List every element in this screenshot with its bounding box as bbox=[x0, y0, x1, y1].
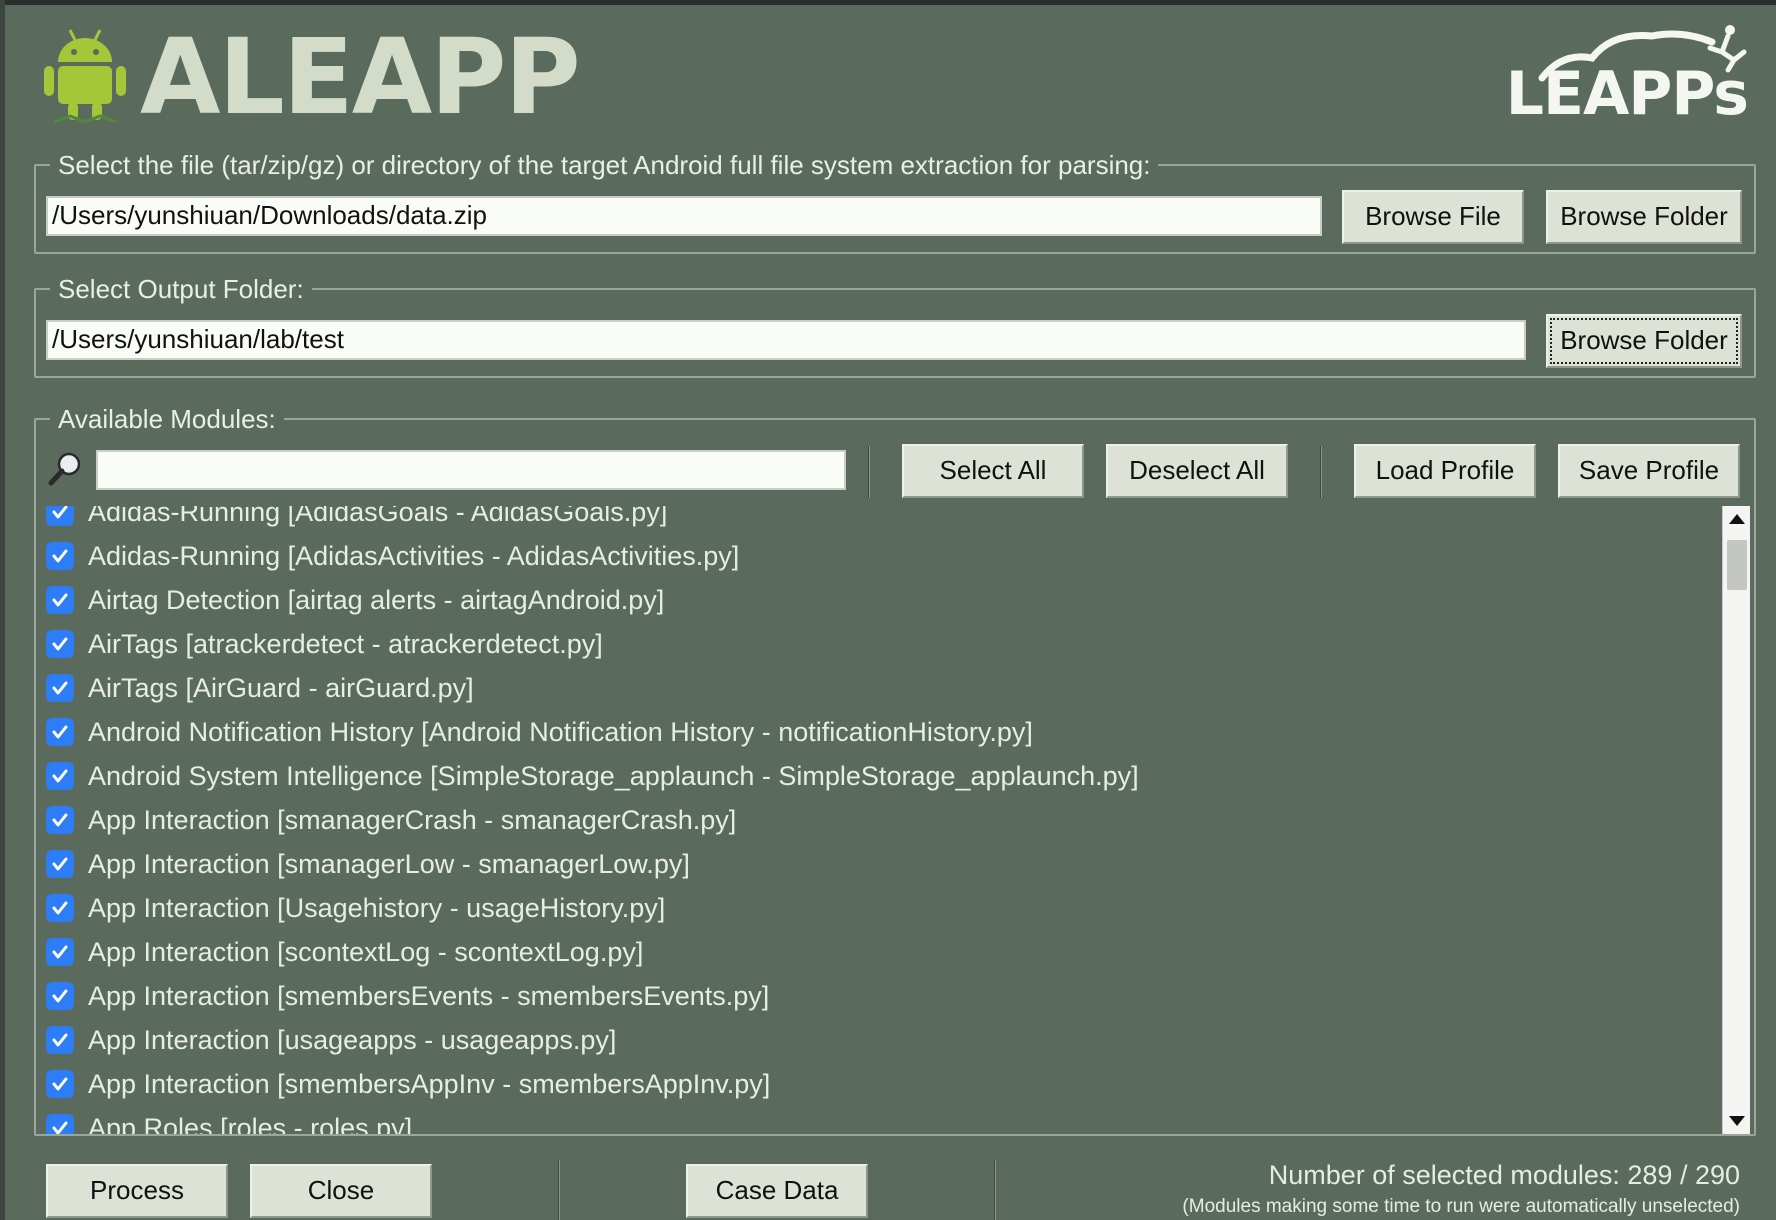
module-list-scrollbar[interactable] bbox=[1722, 506, 1750, 1134]
deselect-all-button[interactable]: Deselect All bbox=[1106, 444, 1288, 498]
checkbox-checked-icon[interactable] bbox=[46, 938, 74, 966]
case-data-button[interactable]: Case Data bbox=[686, 1164, 868, 1218]
input-source-legend: Select the file (tar/zip/gz) or director… bbox=[50, 150, 1159, 180]
module-label: App Interaction [smembersEvents - smembe… bbox=[88, 980, 770, 1011]
browse-input-folder-button[interactable]: Browse Folder bbox=[1546, 190, 1742, 244]
checkbox-checked-icon[interactable] bbox=[46, 982, 74, 1010]
output-folder-legend: Select Output Folder: bbox=[50, 274, 312, 304]
module-list[interactable]: Adidas-Running [AdidasGoals - AdidasGoal… bbox=[40, 506, 1720, 1134]
module-list-item[interactable]: AirTags [atrackerdetect - atrackerdetect… bbox=[46, 622, 603, 666]
android-logo-icon bbox=[44, 29, 126, 124]
module-label: App Interaction [Usagehistory - usageHis… bbox=[88, 892, 666, 923]
close-button[interactable]: Close bbox=[250, 1164, 432, 1218]
checkbox-checked-icon[interactable] bbox=[46, 1070, 74, 1098]
scroll-down-arrow-icon[interactable] bbox=[1726, 1112, 1748, 1130]
browse-output-folder-button[interactable]: Browse Folder bbox=[1546, 314, 1742, 368]
footer-separator bbox=[558, 1160, 560, 1220]
search-icon bbox=[48, 452, 81, 486]
module-list-item[interactable]: App Interaction [smembersAppInv - smembe… bbox=[46, 1062, 770, 1106]
module-list-item[interactable]: App Interaction [smanagerLow - smanagerL… bbox=[46, 842, 690, 886]
checkbox-checked-icon[interactable] bbox=[46, 506, 74, 526]
module-label: App Interaction [smanagerLow - smanagerL… bbox=[88, 848, 690, 879]
module-label: Android Notification History [Android No… bbox=[88, 716, 1033, 747]
checkbox-checked-icon[interactable] bbox=[46, 762, 74, 790]
checkbox-checked-icon[interactable] bbox=[46, 850, 74, 878]
module-list-item[interactable]: Adidas-Running [AdidasGoals - AdidasGoal… bbox=[46, 506, 667, 534]
module-label: App Interaction [smembersAppInv - smembe… bbox=[88, 1068, 771, 1099]
save-profile-button[interactable]: Save Profile bbox=[1558, 444, 1740, 498]
checkbox-checked-icon[interactable] bbox=[46, 806, 74, 834]
module-label: App Interaction [usageapps - usageapps.p… bbox=[88, 1024, 617, 1055]
module-list-item[interactable]: App Interaction [usageapps - usageapps.p… bbox=[46, 1018, 616, 1062]
checkbox-checked-icon[interactable] bbox=[46, 586, 74, 614]
module-label: App Roles [roles - roles.py] bbox=[88, 1112, 413, 1135]
select-all-button[interactable]: Select All bbox=[902, 444, 1084, 498]
checkbox-checked-icon[interactable] bbox=[46, 542, 74, 570]
checkbox-checked-icon[interactable] bbox=[46, 1114, 74, 1134]
module-list-item[interactable]: App Interaction [Usagehistory - usageHis… bbox=[46, 886, 665, 930]
input-path-field[interactable]: /Users/yunshiuan/Downloads/data.zip bbox=[46, 196, 1322, 236]
module-label: AirTags [atrackerdetect - atrackerdetect… bbox=[88, 628, 603, 659]
scrollbar-thumb[interactable] bbox=[1727, 540, 1747, 590]
footer-separator bbox=[994, 1160, 996, 1220]
module-label: Airtag Detection [airtag alerts - airtag… bbox=[88, 584, 665, 615]
module-list-item[interactable]: AirTags [AirGuard - airGuard.py] bbox=[46, 666, 474, 710]
module-label: App Interaction [smanagerCrash - smanage… bbox=[88, 804, 737, 835]
module-label: AirTags [AirGuard - airGuard.py] bbox=[88, 672, 474, 703]
checkbox-checked-icon[interactable] bbox=[46, 1026, 74, 1054]
checkbox-checked-icon[interactable] bbox=[46, 894, 74, 922]
module-list-item[interactable]: Android System Intelligence [SimpleStora… bbox=[46, 754, 1139, 798]
selected-modules-count: Number of selected modules: 289 / 290 bbox=[1268, 1160, 1740, 1190]
module-list-item[interactable]: App Roles [roles - roles.py] bbox=[46, 1106, 412, 1134]
load-profile-button[interactable]: Load Profile bbox=[1354, 444, 1536, 498]
checkbox-checked-icon[interactable] bbox=[46, 718, 74, 746]
leapps-brand: LEAPPs bbox=[1505, 59, 1749, 129]
output-path-field[interactable]: /Users/yunshiuan/lab/test bbox=[46, 320, 1526, 360]
app-title: ALEAPP bbox=[140, 16, 581, 138]
module-list-item[interactable]: App Interaction [smanagerCrash - smanage… bbox=[46, 798, 736, 842]
scroll-up-arrow-icon[interactable] bbox=[1726, 510, 1748, 528]
module-list-item[interactable]: App Interaction [smembersEvents - smembe… bbox=[46, 974, 769, 1018]
unselected-modules-note: (Modules making some time to run were au… bbox=[1182, 1196, 1740, 1217]
window-top-border bbox=[0, 0, 1776, 5]
module-list-item[interactable]: Airtag Detection [airtag alerts - airtag… bbox=[46, 578, 664, 622]
module-label: Android System Intelligence [SimpleStora… bbox=[88, 760, 1139, 791]
module-list-item[interactable]: Adidas-Running [AdidasActivities - Adida… bbox=[46, 534, 739, 578]
available-modules-legend: Available Modules: bbox=[50, 404, 284, 434]
module-search-input[interactable] bbox=[96, 450, 846, 490]
toolbar-separator bbox=[868, 446, 870, 498]
checkbox-checked-icon[interactable] bbox=[46, 674, 74, 702]
checkbox-checked-icon[interactable] bbox=[46, 630, 74, 658]
process-button[interactable]: Process bbox=[46, 1164, 228, 1218]
browse-file-button[interactable]: Browse File bbox=[1342, 190, 1524, 244]
window-left-border bbox=[0, 0, 5, 1220]
module-label: App Interaction [scontextLog - scontextL… bbox=[88, 936, 644, 967]
module-list-item[interactable]: App Interaction [scontextLog - scontextL… bbox=[46, 930, 643, 974]
module-list-item[interactable]: Android Notification History [Android No… bbox=[46, 710, 1033, 754]
toolbar-separator bbox=[1320, 446, 1322, 498]
module-label: Adidas-Running [AdidasActivities - Adida… bbox=[88, 540, 740, 571]
module-label: Adidas-Running [AdidasGoals - AdidasGoal… bbox=[88, 506, 668, 527]
